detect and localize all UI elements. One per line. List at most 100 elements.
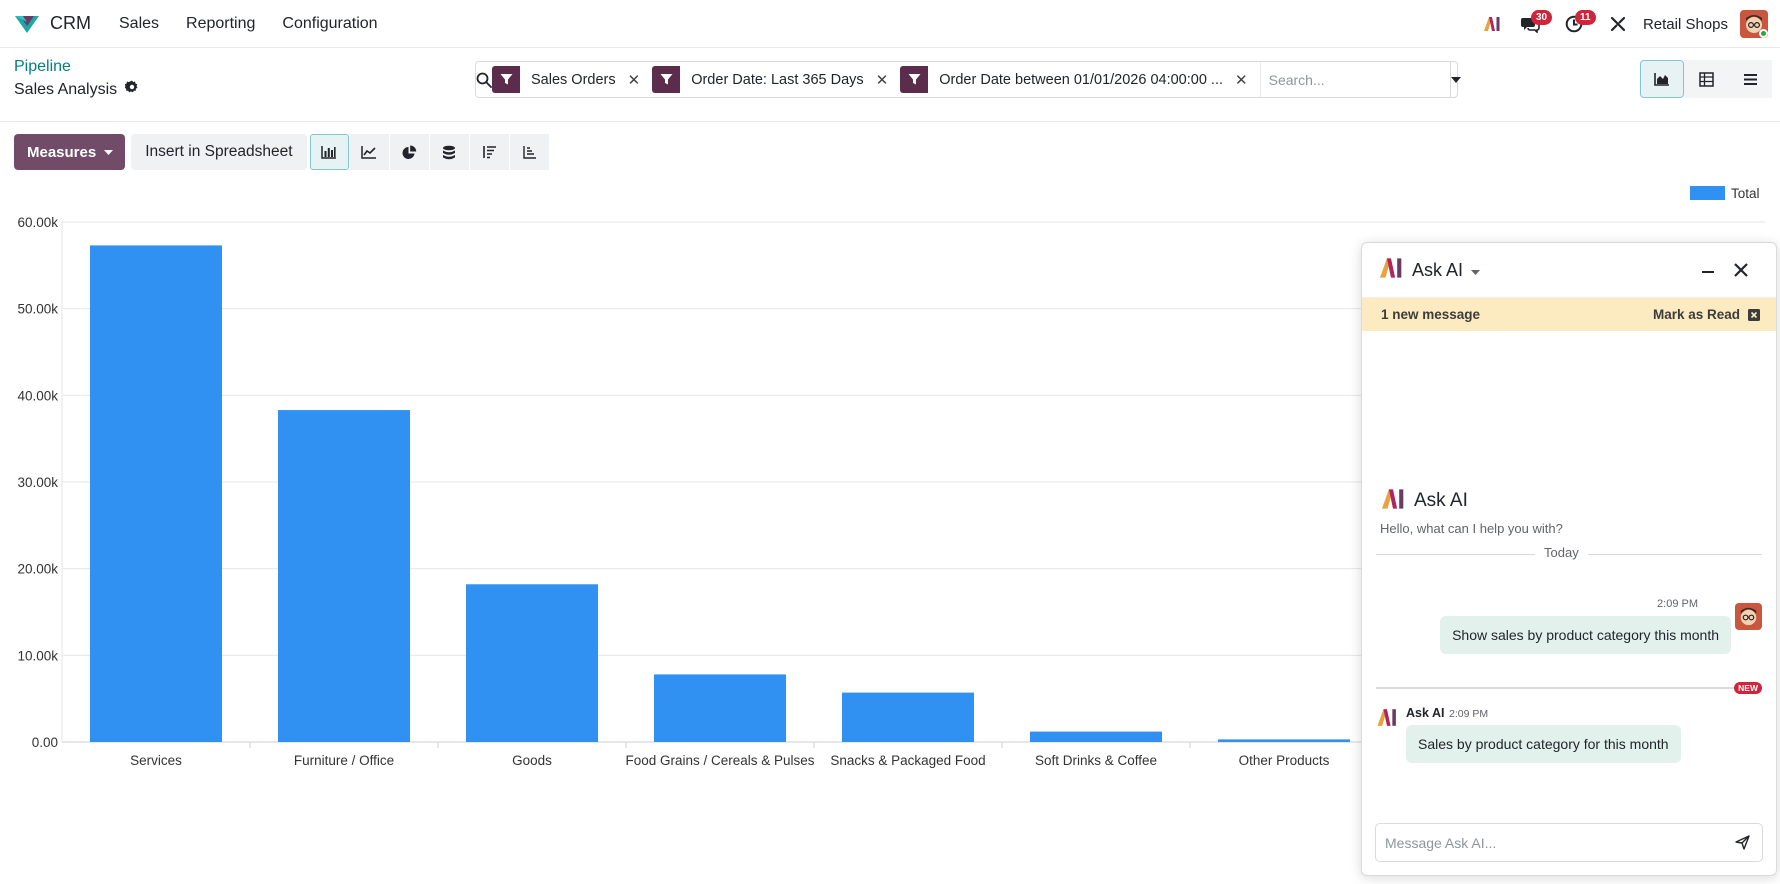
crm-app-icon[interactable] bbox=[14, 10, 42, 38]
new-messages-separator bbox=[1376, 687, 1762, 689]
control-panel-divider bbox=[0, 121, 1780, 122]
online-status-dot bbox=[1759, 29, 1768, 38]
measures-button[interactable]: Measures bbox=[14, 134, 126, 170]
facet-remove-icon[interactable]: ✕ bbox=[876, 71, 893, 89]
mark-as-read-button[interactable]: Mark as Read bbox=[1653, 307, 1760, 322]
pivot-view-button[interactable] bbox=[1684, 60, 1728, 98]
y-tick-label: 60.00k bbox=[17, 215, 58, 230]
user-message-bubble: Show sales by product category this mont… bbox=[1440, 616, 1731, 654]
filter-icon bbox=[900, 66, 929, 93]
messages-count-badge: 30 bbox=[1530, 10, 1553, 25]
bar-chart-icon bbox=[321, 146, 337, 159]
menu-sales[interactable]: Sales bbox=[119, 15, 159, 33]
company-switcher[interactable]: Retail Shops bbox=[1643, 16, 1728, 33]
insert-in-spreadsheet-button[interactable]: Insert in Spreadsheet bbox=[131, 134, 307, 170]
list-view-button[interactable] bbox=[1728, 60, 1772, 98]
facet-remove-icon[interactable]: ✕ bbox=[1235, 71, 1252, 89]
x-tick-label: Furniture / Office bbox=[294, 753, 394, 768]
new-message-banner: 1 new message Mark as Read bbox=[1362, 298, 1776, 331]
page-title: Sales Analysis bbox=[14, 80, 139, 99]
close-square-icon bbox=[1748, 308, 1760, 321]
bar[interactable] bbox=[278, 410, 410, 742]
tools-icon[interactable] bbox=[1601, 7, 1635, 41]
user-avatar[interactable] bbox=[1740, 10, 1768, 38]
sort-ascending-icon bbox=[522, 146, 536, 159]
message-input[interactable] bbox=[1376, 824, 1722, 861]
graph-view-button[interactable] bbox=[1640, 60, 1684, 98]
bar[interactable] bbox=[90, 245, 222, 742]
ask-ai-welcome: Ask AI bbox=[1380, 488, 1468, 514]
search-icon[interactable] bbox=[476, 72, 492, 88]
message-composer bbox=[1375, 823, 1763, 862]
graph-toolbar: Measures Insert in Spreadsheet bbox=[14, 134, 549, 170]
ask-ai-logo-icon bbox=[1380, 488, 1406, 514]
y-tick-label: 10.00k bbox=[17, 648, 58, 663]
facet-label: Sales Orders bbox=[531, 71, 616, 88]
area-chart-icon bbox=[1654, 73, 1669, 86]
y-tick-label: 0.00 bbox=[32, 735, 58, 750]
caret-down-icon bbox=[1450, 76, 1461, 83]
line-chart-button[interactable] bbox=[349, 134, 389, 170]
new-badge: NEW bbox=[1734, 682, 1762, 694]
x-tick-label: Services bbox=[130, 753, 182, 768]
chart-type-buttons bbox=[309, 134, 549, 170]
activities-clock-icon[interactable]: 11 bbox=[1557, 7, 1596, 41]
welcome-title: Ask AI bbox=[1414, 490, 1468, 511]
stacked-button[interactable] bbox=[429, 134, 469, 170]
x-tick-label: Goods bbox=[512, 753, 552, 768]
search-facet-order-date-365: Order Date: Last 365 Days ✕ bbox=[652, 65, 892, 94]
user-message-avatar bbox=[1735, 603, 1762, 630]
ask-ai-header: Ask AI bbox=[1362, 243, 1776, 298]
bar-chart-button[interactable] bbox=[309, 134, 349, 170]
new-message-text: 1 new message bbox=[1381, 307, 1481, 322]
legend-swatch[interactable] bbox=[1690, 186, 1725, 200]
menu-reporting[interactable]: Reporting bbox=[186, 15, 255, 33]
bar[interactable] bbox=[466, 584, 598, 742]
sort-descending-button[interactable] bbox=[469, 134, 509, 170]
search-facet-sales-orders: Sales Orders ✕ bbox=[492, 65, 644, 94]
navbar-systray: 30 11 Retail Shops bbox=[1471, 0, 1768, 48]
bar[interactable] bbox=[1218, 739, 1350, 742]
y-tick-label: 30.00k bbox=[17, 475, 58, 490]
sort-descending-icon bbox=[482, 146, 496, 159]
app-name[interactable]: CRM bbox=[50, 13, 91, 34]
top-navbar: CRM Sales Reporting Configuration 30 11 bbox=[0, 0, 1780, 48]
list-icon bbox=[1743, 73, 1757, 85]
pie-chart-icon bbox=[402, 145, 416, 159]
messages-icon[interactable]: 30 bbox=[1513, 7, 1553, 41]
table-icon bbox=[1698, 71, 1714, 87]
x-tick-label: Snacks & Packaged Food bbox=[830, 753, 985, 768]
database-icon bbox=[443, 145, 456, 159]
caret-down-icon[interactable] bbox=[1471, 262, 1481, 279]
line-chart-icon bbox=[361, 146, 377, 159]
menu-configuration[interactable]: Configuration bbox=[282, 15, 377, 33]
bar[interactable] bbox=[654, 674, 786, 742]
legend-label[interactable]: Total bbox=[1731, 186, 1760, 201]
ai-message-bubble: Sales by product category for this month bbox=[1406, 725, 1681, 763]
view-switcher bbox=[1640, 60, 1772, 98]
y-tick-label: 20.00k bbox=[17, 562, 58, 577]
bar[interactable] bbox=[1030, 731, 1162, 742]
ask-ai-title[interactable]: Ask AI bbox=[1412, 260, 1463, 281]
breadcrumb-pipeline[interactable]: Pipeline bbox=[14, 58, 71, 76]
user-message-time: 2:09 PM bbox=[1657, 598, 1698, 610]
search-options-toggle[interactable] bbox=[1449, 62, 1461, 97]
close-icon[interactable] bbox=[1732, 261, 1750, 279]
pie-chart-button[interactable] bbox=[389, 134, 429, 170]
sort-ascending-button[interactable] bbox=[509, 134, 549, 170]
bar[interactable] bbox=[842, 692, 974, 742]
search-input[interactable] bbox=[1259, 62, 1450, 97]
gear-icon[interactable] bbox=[124, 80, 139, 99]
search-bar: Sales Orders ✕ Order Date: Last 365 Days… bbox=[475, 61, 1461, 98]
page-title-text: Sales Analysis bbox=[14, 80, 118, 98]
search-facet-order-date-between: Order Date between 01/01/2026 04:00:00 .… bbox=[900, 65, 1251, 94]
x-tick-label: Food Grains / Cereals & Pulses bbox=[625, 753, 814, 768]
filter-icon bbox=[652, 66, 681, 93]
send-icon[interactable] bbox=[1722, 835, 1762, 850]
facet-remove-icon[interactable]: ✕ bbox=[628, 71, 645, 89]
facet-label: Order Date between 01/01/2026 04:00:00 .… bbox=[939, 71, 1224, 88]
ask-ai-icon[interactable] bbox=[1475, 7, 1509, 41]
day-separator-label: Today bbox=[1535, 545, 1588, 560]
ai-message-author: Ask AI bbox=[1406, 706, 1445, 720]
minimize-icon[interactable] bbox=[1700, 263, 1716, 279]
